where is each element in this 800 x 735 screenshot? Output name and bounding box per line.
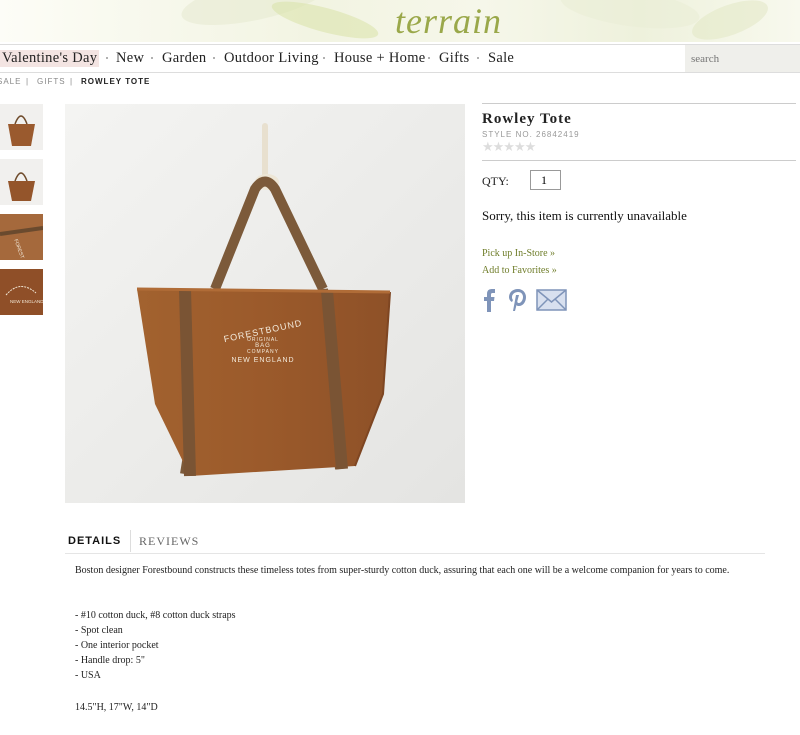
details-bullet: - One interior pocket bbox=[75, 640, 159, 651]
decorative-leaf bbox=[687, 0, 773, 42]
thumbnail-1[interactable] bbox=[0, 104, 43, 150]
nav-separator bbox=[151, 57, 153, 59]
tab-reviews[interactable]: REVIEWS bbox=[139, 534, 199, 549]
qty-input[interactable] bbox=[530, 170, 561, 190]
nav-item-sale[interactable]: Sale bbox=[488, 50, 514, 67]
tab-details[interactable]: DETAILS bbox=[68, 535, 121, 547]
nav-item-valentines-day[interactable]: Valentine's Day bbox=[0, 50, 100, 67]
site-logo[interactable]: terrain bbox=[395, 0, 502, 42]
thumbnail-4[interactable]: NEW ENGLAND bbox=[0, 269, 43, 315]
nav-item-gifts[interactable]: Gifts bbox=[439, 50, 470, 67]
search-box[interactable] bbox=[685, 45, 800, 72]
main-nav: Valentine's Day New Garden Outdoor Livin… bbox=[0, 44, 800, 73]
details-bullet: - Handle drop: 5" bbox=[75, 655, 145, 666]
pickup-in-store-link[interactable]: Pick up In-Store » bbox=[482, 248, 555, 259]
breadcrumb-sale[interactable]: SALE bbox=[0, 77, 21, 86]
nav-separator bbox=[106, 57, 108, 59]
tote-detail-thumbnail-image: FOREST bbox=[0, 214, 43, 260]
breadcrumb-separator: | bbox=[26, 77, 30, 86]
details-intro: Boston designer Forestbound constructs t… bbox=[75, 565, 730, 576]
product-main-image: FORESTBOUND ORIGINAL BAG COMPANY NEW ENG… bbox=[65, 104, 465, 503]
header-banner: terrain bbox=[0, 0, 800, 42]
details-dimensions: 14.5"H, 17"W, 14"D bbox=[75, 702, 158, 713]
nav-item-new[interactable]: New bbox=[116, 50, 144, 67]
email-icon[interactable] bbox=[536, 289, 567, 311]
nav-item-garden[interactable]: Garden bbox=[162, 50, 206, 67]
details-bullet: - USA bbox=[75, 670, 101, 681]
rating-stars[interactable]: ★★★★★ bbox=[482, 139, 536, 155]
bag-print-line: COMPANY bbox=[247, 349, 279, 355]
add-to-favorites-link[interactable]: Add to Favorites » bbox=[482, 265, 557, 276]
facebook-icon[interactable] bbox=[482, 288, 496, 312]
search-input[interactable] bbox=[685, 45, 800, 72]
nav-separator bbox=[323, 57, 325, 59]
qty-label: QTY: bbox=[482, 174, 509, 188]
details-bullet: - #10 cotton duck, #8 cotton duck straps bbox=[75, 610, 236, 621]
tote-bag-image bbox=[65, 104, 465, 503]
nav-separator bbox=[477, 57, 479, 59]
breadcrumb-separator: | bbox=[70, 77, 74, 86]
nav-item-house-home[interactable]: House + Home bbox=[334, 50, 426, 67]
tab-separator bbox=[130, 530, 131, 552]
tote-bag-thumbnail-image bbox=[8, 115, 35, 146]
divider bbox=[482, 160, 796, 161]
thumbnail-3[interactable]: FOREST bbox=[0, 214, 43, 260]
bag-print: FORESTBOUND ORIGINAL BAG COMPANY NEW ENG… bbox=[223, 318, 303, 364]
product-title: Rowley Tote bbox=[482, 111, 572, 127]
tote-bag-thumbnail-image bbox=[8, 172, 35, 201]
breadcrumb-current: ROWLEY TOTE bbox=[81, 77, 151, 86]
style-number: STYLE NO. 26842419 bbox=[482, 130, 580, 139]
thumbnail-2[interactable] bbox=[0, 159, 43, 205]
nav-separator bbox=[213, 57, 215, 59]
decorative-leaf bbox=[558, 0, 702, 36]
decorative-leaf bbox=[268, 0, 382, 42]
availability-message: Sorry, this item is currently unavailabl… bbox=[482, 208, 687, 223]
svg-text:NEW ENGLAND: NEW ENGLAND bbox=[10, 299, 43, 304]
bag-print-line: NEW ENGLAND bbox=[231, 357, 295, 364]
details-bullet: - Spot clean bbox=[75, 625, 123, 636]
pinterest-icon[interactable] bbox=[507, 288, 529, 312]
divider bbox=[482, 103, 796, 104]
breadcrumb-gifts[interactable]: GIFTS bbox=[37, 77, 66, 86]
tabs-divider bbox=[65, 553, 765, 554]
tote-logo-thumbnail-image: NEW ENGLAND bbox=[0, 269, 43, 315]
nav-item-outdoor-living[interactable]: Outdoor Living bbox=[224, 50, 319, 67]
nav-separator bbox=[428, 57, 430, 59]
